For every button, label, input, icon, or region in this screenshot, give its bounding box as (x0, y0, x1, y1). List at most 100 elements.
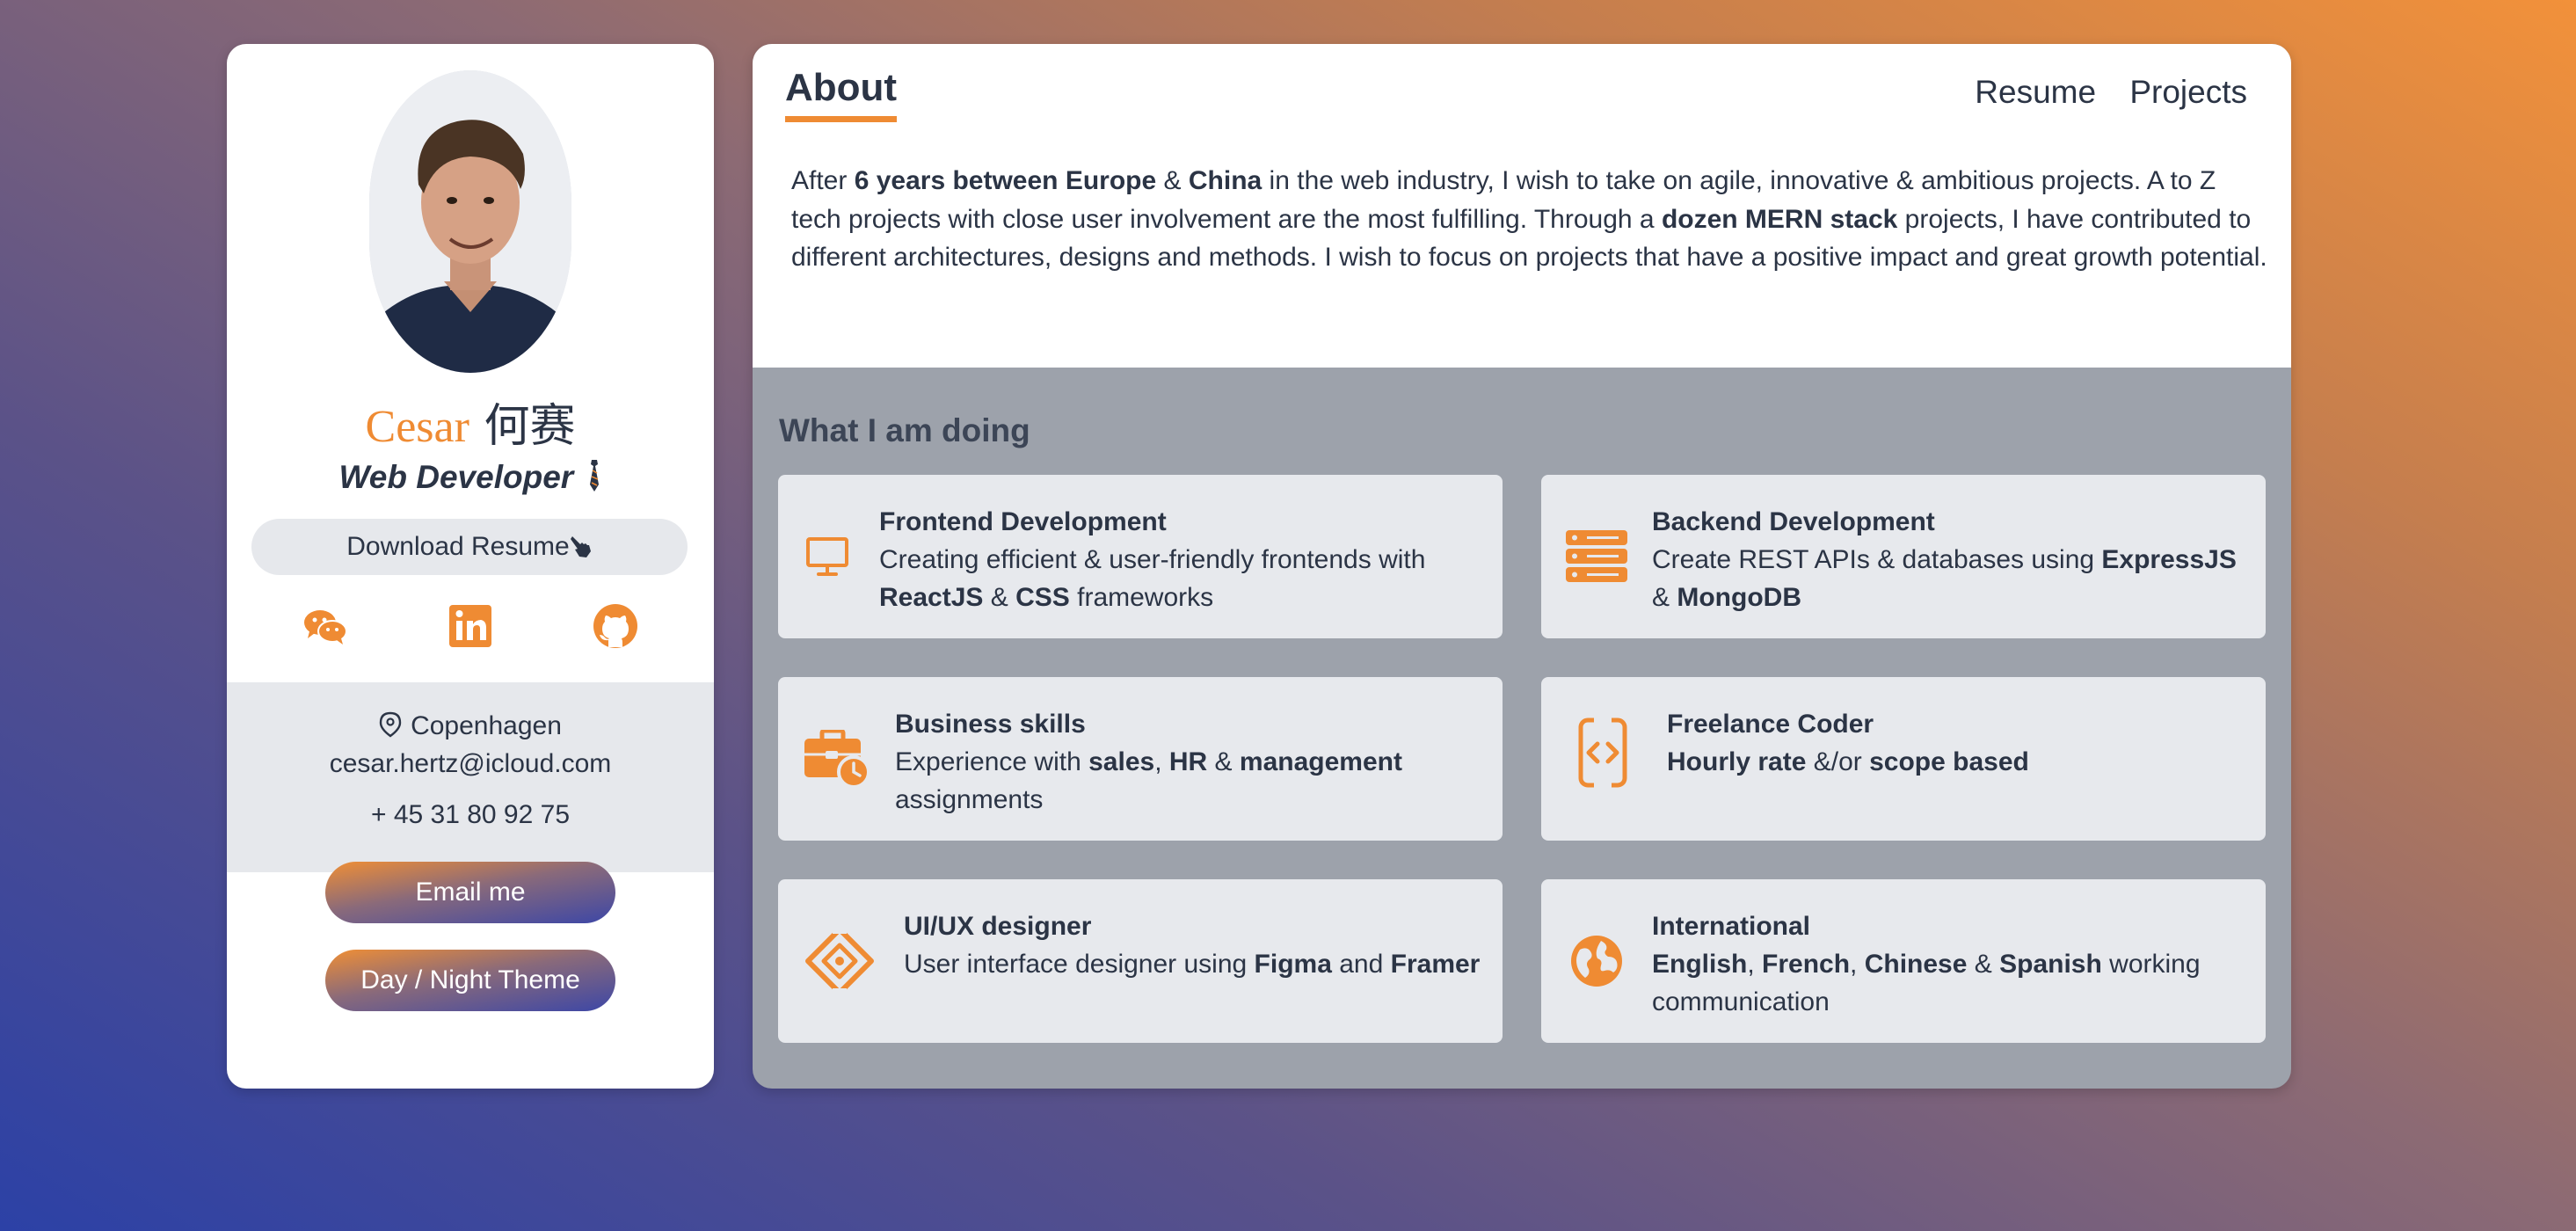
about-bold-1: 6 years between Europe (854, 166, 1157, 195)
desc-bold: HR (1168, 747, 1208, 776)
card-text: Backend Development Create REST APIs & d… (1652, 503, 2250, 616)
card-text: Business skills Experience with sales, H… (895, 705, 1484, 819)
desc-part: & (1652, 583, 1677, 612)
wechat-icon (304, 610, 347, 645)
service-card-frontend: Frontend Development Creating efficient … (778, 475, 1503, 638)
service-card-uiux: UI/UX designer User interface designer u… (778, 879, 1503, 1043)
card-text: UI/UX designer User interface designer u… (904, 907, 1484, 983)
globe-icon (1571, 936, 1622, 987)
card-title: Freelance Coder (1667, 710, 1874, 739)
github-icon (593, 604, 637, 648)
social-links (227, 601, 714, 651)
desc-bold: Chinese (1864, 950, 1968, 979)
desc-part: assignments (895, 785, 1044, 814)
desc-bold: sales (1088, 747, 1155, 776)
phone-text[interactable]: + 45 31 80 92 75 (227, 798, 714, 833)
avatar-photo (369, 70, 571, 373)
about-paragraph: After 6 years between Europe & China in … (791, 162, 2268, 277)
desc-part: &/or (1806, 747, 1870, 776)
avatar (369, 70, 571, 373)
profile-name: Cesar 何赛 (227, 396, 714, 458)
profile-card: Cesar 何赛 Web Developer Download Resume C… (227, 44, 714, 1089)
card-text: Frontend Development Creating efficient … (879, 503, 1486, 616)
desc-part: User interface designer using (904, 950, 1255, 979)
desc-part: Experience with (895, 747, 1089, 776)
card-title: Backend Development (1652, 507, 1935, 536)
card-description: Experience with sales, HR & management a… (895, 747, 1402, 814)
main-panel: About Resume Projects After 6 years betw… (753, 44, 2291, 1089)
desc-bold: English (1652, 950, 1748, 979)
briefcase-clock-icon (804, 730, 870, 788)
desc-part: Create REST APIs & databases using (1652, 545, 2102, 574)
card-title: UI/UX designer (904, 912, 1092, 941)
desc-part: Creating efficient & user-friendly front… (879, 545, 1426, 574)
desc-part: , (1850, 950, 1865, 979)
about-section: About Resume Projects After 6 years betw… (753, 44, 2291, 368)
monitor-icon (806, 537, 848, 576)
card-description: English, French, Chinese & Spanish worki… (1652, 950, 2201, 1016)
desc-bold: Framer (1390, 950, 1481, 979)
card-title: Frontend Development (879, 507, 1167, 536)
email-text[interactable]: cesar.hertz@icloud.com (227, 747, 714, 782)
role-text: Web Developer (338, 459, 574, 495)
desc-part: & (1967, 950, 2000, 979)
desc-bold: French (1762, 950, 1851, 979)
card-description: Hourly rate &/or scope based (1667, 747, 2029, 776)
card-text: International English, French, Chinese &… (1652, 907, 2250, 1021)
card-title: International (1652, 912, 1811, 941)
desc-bold: Spanish (1999, 950, 2102, 979)
section-title-doing: What I am doing (779, 412, 1030, 448)
pointing-hand-icon (570, 536, 591, 557)
location-row: Copenhagen (227, 709, 714, 744)
linkedin-link[interactable] (446, 601, 495, 651)
download-resume-label: Download Resume (346, 532, 570, 561)
about-text-2: & (1156, 166, 1189, 195)
card-description: Creating efficient & user-friendly front… (879, 545, 1425, 612)
location-text: Copenhagen (411, 711, 562, 740)
desc-bold: management (1239, 747, 1402, 776)
about-text-1: After (791, 166, 855, 195)
about-bold-3: dozen MERN stack (1661, 204, 1898, 234)
diamond-icon (805, 926, 874, 996)
profile-role: Web Developer (227, 455, 714, 499)
desc-bold: Hourly rate (1667, 747, 1807, 776)
desc-part: , (1154, 747, 1169, 776)
service-card-international: International English, French, Chinese &… (1541, 879, 2266, 1043)
about-bold-2: China (1188, 166, 1263, 195)
nav-resume[interactable]: Resume (1975, 74, 2096, 110)
desc-bold: CSS (1015, 583, 1070, 612)
mobile-code-icon (1578, 717, 1627, 788)
name-latin: Cesar (365, 402, 469, 452)
card-description: Create REST APIs & databases using Expre… (1652, 545, 2237, 612)
service-card-freelance: Freelance Coder Hourly rate &/or scope b… (1541, 677, 2266, 841)
wechat-link[interactable] (301, 601, 350, 651)
desc-bold: ReactJS (879, 583, 984, 612)
card-description: User interface designer using Figma and … (904, 950, 1480, 979)
email-me-button[interactable]: Email me (325, 862, 615, 923)
necktie-icon (590, 460, 600, 492)
desc-part: & (1207, 747, 1240, 776)
page-title: About (785, 63, 898, 122)
service-card-business: Business skills Experience with sales, H… (778, 677, 1503, 841)
contact-info: Copenhagen cesar.hertz@icloud.com + 45 3… (227, 682, 714, 872)
desc-bold: scope based (1869, 747, 2029, 776)
theme-toggle-button[interactable]: Day / Night Theme (325, 950, 615, 1011)
card-title: Business skills (895, 710, 1086, 739)
card-text: Freelance Coder Hourly rate &/or scope b… (1667, 705, 2247, 781)
location-pin-icon (379, 711, 402, 738)
desc-bold: MongoDB (1677, 583, 1801, 612)
nav-projects[interactable]: Projects (2129, 74, 2247, 110)
desc-bold: ExpressJS (2101, 545, 2237, 574)
desc-bold: Figma (1254, 950, 1332, 979)
desc-part: frameworks (1069, 583, 1214, 612)
service-card-backend: Backend Development Create REST APIs & d… (1541, 475, 2266, 638)
linkedin-icon (449, 605, 491, 647)
server-icon (1566, 530, 1627, 582)
top-nav: Resume Projects (1950, 70, 2247, 114)
desc-part: and (1331, 950, 1391, 979)
desc-part: , (1747, 950, 1763, 979)
desc-part: & (983, 583, 1016, 612)
name-cjk: 何赛 (484, 400, 576, 453)
download-resume-button[interactable]: Download Resume (251, 519, 688, 575)
github-link[interactable] (591, 601, 640, 651)
